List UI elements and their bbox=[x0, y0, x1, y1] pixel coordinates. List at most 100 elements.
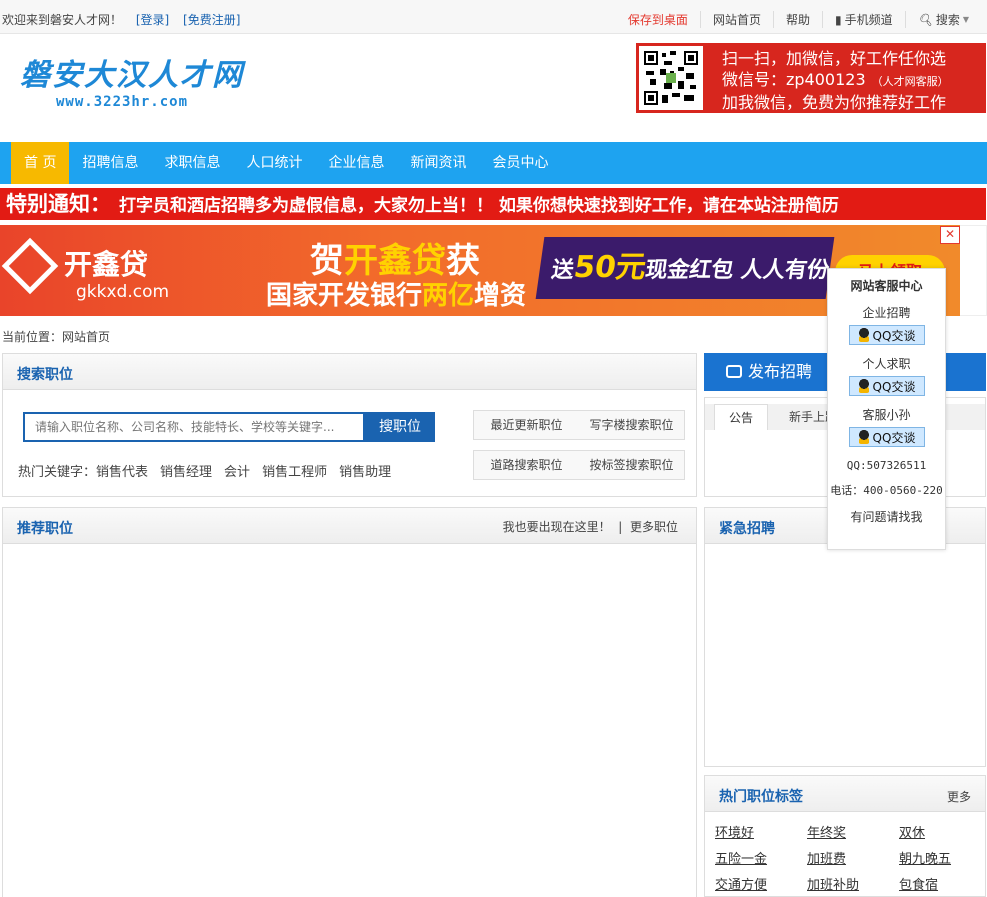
job-tag[interactable]: 双休 bbox=[899, 822, 979, 841]
caret-down-icon: ▼ bbox=[962, 15, 969, 24]
qr-code-icon bbox=[639, 46, 703, 110]
hot-tags-panel: 热门职位标签 更多 环境好 年终奖 双休 五险一金 加班费 朝九晚五 交通方便 加… bbox=[704, 775, 986, 897]
ad-sub-pre: 国家开发银行 bbox=[266, 281, 423, 311]
mobile-link[interactable]: ▮ 手机频道 bbox=[821, 11, 905, 28]
job-search-button[interactable]: 搜职位 bbox=[365, 412, 435, 442]
hot-keyword[interactable]: 销售工程师 bbox=[262, 465, 327, 480]
ad-banner[interactable]: 开鑫贷 gkkxd.com 贺开鑫贷获 国家开发银行两亿增资 送50元现金红包 … bbox=[0, 225, 960, 316]
notice-text: 打字员和酒店招聘多为虚假信息，大家勿上当！！ 如果你想快速找到好工作，请在本站注… bbox=[119, 196, 839, 216]
office-search-button[interactable]: 写字楼搜索职位 bbox=[579, 411, 684, 439]
ad-subline: 国家开发银行两亿增资 bbox=[266, 275, 526, 312]
road-search-button[interactable]: 道路搜索职位 bbox=[474, 451, 579, 479]
search-link[interactable]: 🔍︎ 搜索 ▼ bbox=[904, 11, 981, 28]
job-tag[interactable]: 包食宿 bbox=[899, 874, 979, 893]
ad-brand-name: 开鑫贷 bbox=[64, 248, 149, 281]
ad-brand-url: gkkxd.com bbox=[76, 282, 170, 302]
hot-keyword[interactable]: 销售助理 bbox=[339, 465, 391, 480]
nav-population[interactable]: 人口统计 bbox=[233, 142, 315, 184]
job-tag[interactable]: 朝九晚五 bbox=[899, 848, 979, 867]
service-group-label: 个人求职 bbox=[862, 357, 911, 371]
hot-keywords-label: 热门关键字： bbox=[18, 465, 97, 480]
tag-search-button[interactable]: 按标签搜索职位 bbox=[579, 451, 684, 479]
wechat-id: 微信号：zp400123 bbox=[722, 70, 866, 89]
nav-home[interactable]: 首 页 bbox=[11, 142, 70, 184]
site-logo[interactable]: 磐安大汉人才网 www.3223hr.com bbox=[20, 50, 244, 110]
wechat-note: （人才网客服） bbox=[871, 75, 949, 88]
wechat-banner[interactable]: 扫一扫，加微信，好工作任你选 微信号：zp400123 （人才网客服） 加我微信，… bbox=[636, 43, 986, 113]
ad-side-space bbox=[960, 225, 987, 316]
job-tag[interactable]: 环境好 bbox=[715, 822, 807, 841]
hot-tags-title: 热门职位标签 bbox=[719, 789, 803, 805]
job-tag[interactable]: 年终奖 bbox=[807, 822, 899, 841]
ad-logo-icon bbox=[1, 237, 59, 295]
hot-keyword[interactable]: 销售经理 bbox=[160, 465, 212, 480]
tags-more-link[interactable]: 更多 bbox=[947, 788, 971, 805]
qq-chat-label: QQ交谈 bbox=[872, 328, 916, 343]
recommended-title: 推荐职位 bbox=[17, 521, 73, 537]
urgent-title: 紧急招聘 bbox=[719, 521, 775, 537]
search-panel: 搜索职位 搜职位 热门关键字：销售代表销售经理会计销售工程师销售助理 最近更新职… bbox=[2, 353, 697, 497]
service-group-label: 客服小孙 bbox=[862, 408, 911, 422]
special-notice: 特别通知： 打字员和酒店招聘多为虚假信息，大家勿上当！！ 如果你想快速找到好工作，… bbox=[0, 188, 986, 220]
mobile-icon: ▮ bbox=[834, 12, 842, 27]
qq-number: QQ:507326511 bbox=[846, 459, 927, 472]
hot-keyword[interactable]: 会计 bbox=[224, 465, 250, 480]
nav-resumes[interactable]: 求职信息 bbox=[151, 142, 233, 184]
job-search-input[interactable] bbox=[25, 414, 363, 440]
service-phone: 电话：400-0560-220 bbox=[830, 484, 943, 497]
main-nav: 首 页 招聘信息 求职信息 人口统计 企业信息 新闻资讯 会员中心 bbox=[0, 142, 987, 184]
ad-brand: 开鑫贷 gkkxd.com bbox=[1, 237, 170, 302]
ad-close-icon[interactable]: ✕ bbox=[940, 226, 960, 244]
ad-sub-hl: 两亿 bbox=[422, 281, 475, 311]
search-icon: 🔍︎ bbox=[917, 12, 933, 27]
customer-service-box: 网站客服中心 企业招聘 QQ交谈 个人求职 QQ交谈 客服小孙 QQ交谈 QQ:… bbox=[827, 268, 946, 550]
ad-strip-post: 现金红包 人人有份 bbox=[643, 258, 831, 283]
qq-chat-button[interactable]: QQ交谈 bbox=[848, 427, 925, 447]
service-title: 网站客服中心 bbox=[850, 279, 923, 293]
job-search-field[interactable] bbox=[23, 412, 365, 442]
search-panel-title: 搜索职位 bbox=[17, 367, 73, 383]
qq-chat-label: QQ交谈 bbox=[872, 379, 916, 394]
logo-url: www.3223hr.com bbox=[56, 94, 189, 110]
hot-keyword[interactable]: 销售代表 bbox=[96, 465, 148, 480]
ad-strip-hl: 50元 bbox=[571, 250, 649, 285]
job-tag[interactable]: 交通方便 bbox=[715, 874, 807, 893]
qq-chat-label: QQ交谈 bbox=[872, 430, 916, 445]
home-link[interactable]: 网站首页 bbox=[699, 11, 773, 28]
nav-news[interactable]: 新闻资讯 bbox=[397, 142, 479, 184]
job-tag[interactable]: 五险一金 bbox=[715, 848, 807, 867]
appear-here-link[interactable]: 我也要出现在这里！ bbox=[503, 520, 611, 534]
quick-search-row-1: 最近更新职位 写字楼搜索职位 bbox=[473, 410, 685, 440]
qq-icon bbox=[857, 379, 870, 393]
qq-icon bbox=[857, 430, 870, 444]
wechat-line3: 加我微信，免费为你推荐好工作 bbox=[722, 93, 947, 112]
logo-title: 磐安大汉人才网 bbox=[20, 58, 244, 93]
breadcrumb: 当前位置：网站首页 bbox=[2, 330, 111, 344]
nav-member[interactable]: 会员中心 bbox=[479, 142, 561, 184]
quick-search-row-2: 道路搜索职位 按标签搜索职位 bbox=[473, 450, 685, 480]
search-label: 搜索 bbox=[935, 13, 960, 27]
nav-jobs[interactable]: 招聘信息 bbox=[69, 142, 151, 184]
recommended-panel: 推荐职位 我也要出现在这里！ | 更多职位 bbox=[2, 507, 697, 897]
service-footer: 有问题请找我 bbox=[850, 510, 923, 524]
job-tag[interactable]: 加班补助 bbox=[807, 874, 899, 893]
chat-icon bbox=[726, 365, 742, 378]
save-desktop-link[interactable]: 保存到桌面 bbox=[616, 11, 700, 28]
nav-companies[interactable]: 企业信息 bbox=[315, 142, 397, 184]
qq-chat-button[interactable]: QQ交谈 bbox=[848, 376, 925, 396]
welcome-text: 欢迎来到磐安人才网！ bbox=[2, 13, 123, 27]
help-link[interactable]: 帮助 bbox=[772, 11, 822, 28]
ad-sub-post: 增资 bbox=[474, 281, 527, 311]
tab-announcement[interactable]: 公告 bbox=[714, 404, 769, 430]
publish-label: 发布招聘 bbox=[748, 362, 813, 381]
more-jobs-link[interactable]: 更多职位 bbox=[630, 520, 678, 534]
recent-jobs-button[interactable]: 最近更新职位 bbox=[474, 411, 579, 439]
job-tag[interactable]: 加班费 bbox=[807, 848, 899, 867]
qq-chat-button[interactable]: QQ交谈 bbox=[848, 325, 925, 345]
login-link[interactable]: [登录] bbox=[136, 13, 169, 27]
notice-label: 特别通知： bbox=[6, 192, 111, 216]
wechat-line1: 扫一扫，加微信，好工作任你选 bbox=[722, 49, 947, 68]
qq-icon bbox=[857, 328, 870, 342]
register-link[interactable]: [免费注册] bbox=[183, 13, 240, 27]
top-bar: 欢迎来到磐安人才网！ [登录] [免费注册] 保存到桌面 网站首页 帮助 ▮ 手机… bbox=[0, 0, 987, 34]
